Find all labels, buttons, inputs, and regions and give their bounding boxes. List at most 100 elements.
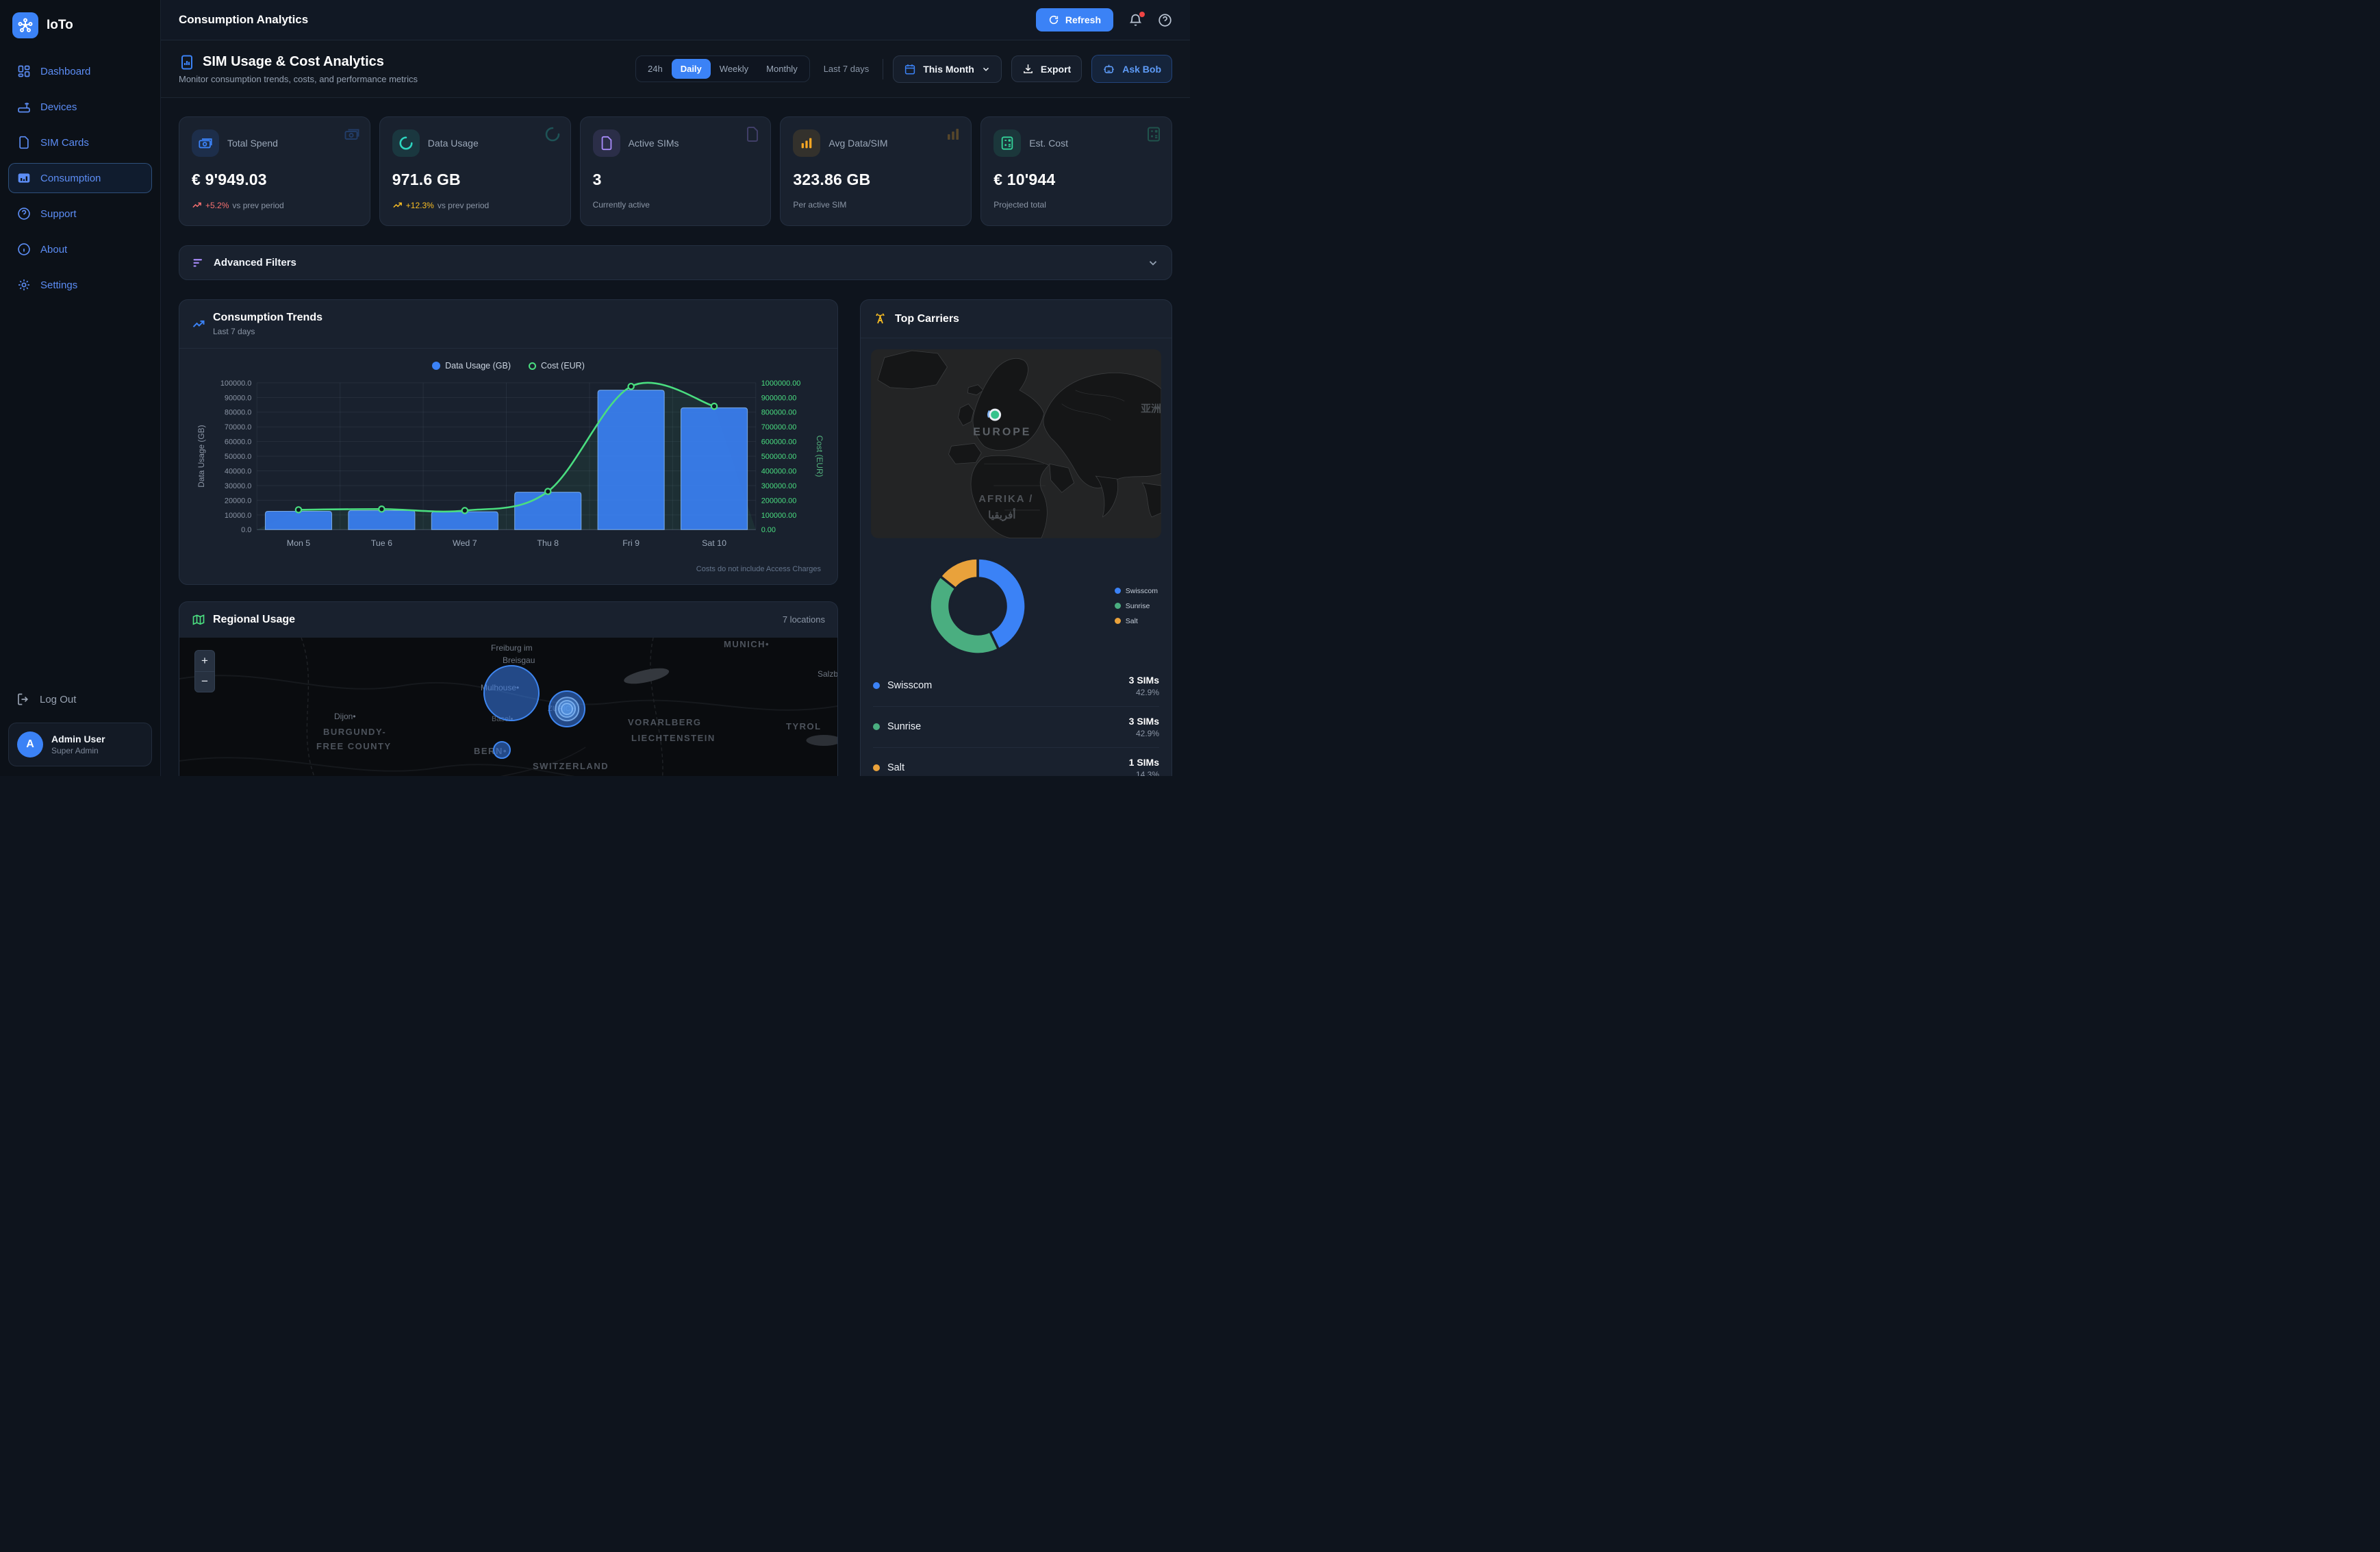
carrier-dot [873, 682, 880, 689]
stat-value: 3 [593, 171, 759, 189]
donut-legend-item[interactable]: Sunrise [1115, 602, 1158, 610]
sidebar-item-sim-cards[interactable]: SIM Cards [8, 127, 152, 158]
router-icon [17, 100, 31, 114]
zoom-in-button[interactable]: + [195, 651, 214, 671]
carriers-donut-section: Swisscom Sunrise Salt [861, 538, 1172, 664]
chevron-down-icon [981, 64, 991, 74]
donut-legend-item[interactable]: Swisscom [1115, 587, 1158, 595]
usage-bubble[interactable] [483, 665, 540, 721]
legend-dot [432, 362, 440, 370]
bar-chart-ghost-icon [945, 126, 961, 142]
svg-text:90000.0: 90000.0 [225, 394, 251, 402]
notifications-button[interactable] [1128, 13, 1143, 27]
trending-up-icon [192, 200, 202, 210]
chart-footnote: Costs do not include Access Charges [189, 565, 828, 576]
carrier-dot [873, 764, 880, 771]
map-label: FREE COUNTY [316, 741, 392, 751]
stat-card-data-usage: Data Usage 971.6 GB +12.3% vs prev perio… [379, 116, 571, 226]
time-range-weekly[interactable]: Weekly [711, 59, 757, 79]
map-label: SWITZERLAND [533, 761, 609, 771]
app-name: IoTo [47, 18, 73, 33]
chart-legend: Data Usage (GB) Cost (EUR) [189, 355, 828, 373]
app-logo-icon [12, 12, 38, 38]
svg-text:500000.00: 500000.00 [761, 453, 797, 461]
map-label: BURGUNDY- [323, 727, 386, 737]
sim-card-icon [593, 129, 620, 157]
carrier-row-sunrise[interactable]: Sunrise 3 SIMs 42.9% [873, 707, 1159, 748]
trends-subtitle: Last 7 days [213, 327, 322, 336]
stat-cards: Total Spend € 9'949.03 +5.2% vs prev per… [179, 116, 1172, 226]
carrier-row-swisscom[interactable]: Swisscom 3 SIMs 42.9% [873, 666, 1159, 707]
regional-map[interactable]: + − MUNICH•Freiburg imBreisgauSalzburMul… [179, 638, 837, 776]
donut-legend-item[interactable]: Salt [1115, 617, 1158, 625]
advanced-filters-bar[interactable]: Advanced Filters [179, 245, 1172, 280]
user-card[interactable]: A Admin User Super Admin [8, 723, 152, 766]
stat-value: 971.6 GB [392, 171, 558, 189]
svg-text:1000000.00: 1000000.00 [761, 379, 801, 388]
sidebar-item-consumption[interactable]: Consumption [8, 163, 152, 193]
time-range-switcher: 24h Daily Weekly Monthly [635, 55, 810, 82]
content: Total Spend € 9'949.03 +5.2% vs prev per… [161, 98, 1190, 776]
help-button[interactable] [1158, 13, 1172, 27]
stat-value: € 10'944 [993, 171, 1159, 189]
map-label: TYROL [786, 721, 822, 731]
user-name: Admin User [51, 734, 105, 744]
refresh-button[interactable]: Refresh [1036, 8, 1113, 32]
sidebar-item-support[interactable]: Support [8, 199, 152, 229]
banknote-icon [192, 129, 219, 157]
legend-cost[interactable]: Cost (EUR) [529, 361, 585, 371]
sidebar-item-label: SIM Cards [40, 137, 89, 149]
stat-value: 323.86 GB [793, 171, 959, 189]
svg-text:Sat 10: Sat 10 [702, 538, 726, 548]
usage-bubble-ring [561, 703, 573, 715]
map-label: Salzbur [818, 669, 837, 679]
sidebar-item-dashboard[interactable]: Dashboard [8, 56, 152, 86]
analytics-icon [179, 54, 195, 71]
stat-label: Active SIMs [629, 138, 679, 149]
logout-button[interactable]: Log Out [8, 686, 152, 713]
carriers-header: Top Carriers [861, 300, 1172, 338]
regional-header: Regional Usage 7 locations [179, 602, 837, 638]
svg-text:EUROPE: EUROPE [973, 426, 1031, 438]
section-subtitle: Monitor consumption trends, costs, and p… [179, 74, 418, 84]
map-label: Dijon• [334, 712, 356, 721]
sidebar-item-settings[interactable]: Settings [8, 270, 152, 300]
refresh-icon [1048, 14, 1059, 25]
stat-label: Est. Cost [1029, 138, 1068, 149]
carrier-row-salt[interactable]: Salt 1 SIMs 14.3% [873, 748, 1159, 776]
chevron-down-icon[interactable] [1147, 257, 1159, 269]
carriers-donut-chart[interactable] [920, 548, 1036, 664]
usage-bubble[interactable] [493, 741, 511, 759]
stat-card-est-cost: Est. Cost € 10'944 Projected total [980, 116, 1172, 226]
calculator-icon [993, 129, 1021, 157]
sidebar-item-about[interactable]: About [8, 234, 152, 264]
sidebar-item-devices[interactable]: Devices [8, 92, 152, 122]
svg-text:Thu 8: Thu 8 [537, 538, 559, 548]
legend-dot [1115, 588, 1121, 594]
time-range-daily[interactable]: Daily [672, 59, 711, 79]
trends-chart[interactable]: 0.00.0010000.0100000.0020000.0200000.003… [189, 373, 828, 565]
svg-text:亚洲: 亚洲 [1141, 403, 1161, 415]
sidebar-item-label: Support [40, 208, 77, 220]
time-range-monthly[interactable]: Monthly [757, 59, 807, 79]
legend-data-usage[interactable]: Data Usage (GB) [432, 361, 511, 371]
map-label: Breisgau [503, 655, 535, 665]
svg-text:300000.00: 300000.00 [761, 482, 797, 490]
page-header: SIM Usage & Cost Analytics Monitor consu… [161, 40, 1190, 98]
export-button[interactable]: Export [1011, 55, 1082, 82]
stat-card-total-spend: Total Spend € 9'949.03 +5.2% vs prev per… [179, 116, 370, 226]
month-selector[interactable]: This Month [893, 55, 1002, 83]
antenna-icon [873, 312, 887, 326]
sidebar-item-label: About [40, 244, 67, 255]
app-root: IoTo Dashboard Devices SIM Cards Consump… [0, 0, 1190, 776]
world-map[interactable]: EUROPE 亚洲 AFRIKA / أفريقيا [861, 338, 1172, 538]
ask-bob-button[interactable]: Ask Bob [1091, 55, 1172, 83]
svg-text:700000.00: 700000.00 [761, 423, 797, 431]
svg-text:70000.0: 70000.0 [225, 423, 251, 431]
bar-chart-icon [17, 171, 31, 185]
stat-label: Avg Data/SIM [828, 138, 887, 149]
time-range-24h[interactable]: 24h [639, 59, 672, 79]
svg-text:600000.00: 600000.00 [761, 438, 797, 447]
zoom-out-button[interactable]: − [195, 671, 214, 692]
dashboard-icon [17, 64, 31, 78]
